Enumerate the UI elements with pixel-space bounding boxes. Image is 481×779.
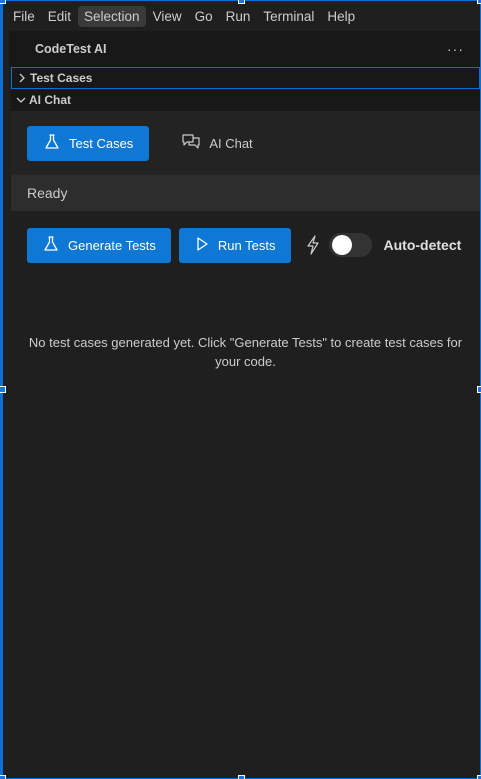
play-icon [194, 236, 210, 255]
generate-tests-button[interactable]: Generate Tests [27, 227, 171, 263]
generate-tests-label: Generate Tests [68, 237, 156, 253]
section-test-cases[interactable]: Test Cases [11, 67, 480, 89]
tab-test-cases-label: Test Cases [69, 135, 134, 151]
chevron-right-icon [14, 73, 30, 83]
status-text: Ready [27, 185, 68, 201]
resize-handle-middle-right[interactable] [477, 386, 481, 393]
ai-chat-content: Test Cases AI Chat Ready Generate Tests [11, 111, 480, 371]
menu-view[interactable]: View [147, 6, 188, 27]
menu-bar: File Edit Selection View Go Run Terminal… [3, 1, 480, 31]
lightning-icon [305, 235, 321, 255]
action-toolbar: Generate Tests Run Tests Auto-detect [11, 211, 480, 279]
menu-run[interactable]: Run [220, 6, 257, 27]
view-tabs: Test Cases AI Chat [11, 111, 480, 175]
tab-ai-chat-label: AI Chat [209, 135, 253, 151]
resize-handle-bottom-right[interactable] [477, 775, 481, 779]
resize-handle-middle-left[interactable] [0, 386, 6, 393]
resize-handle-top-right[interactable] [477, 0, 481, 4]
ellipsis-icon[interactable]: ··· [447, 41, 464, 57]
menu-file[interactable]: File [7, 6, 41, 27]
run-tests-button[interactable]: Run Tests [178, 227, 291, 263]
flask-icon [42, 235, 60, 256]
panel-header: CodeTest AI ··· [9, 31, 480, 67]
resize-handle-top-center[interactable] [238, 0, 245, 4]
section-ai-chat[interactable]: AI Chat [11, 89, 480, 111]
chat-bubbles-icon [181, 133, 201, 154]
menu-go[interactable]: Go [189, 6, 219, 27]
chevron-down-icon [13, 95, 29, 105]
flask-icon [43, 133, 61, 154]
panel-title: CodeTest AI [35, 42, 107, 56]
toggle-knob [331, 235, 352, 255]
section-test-cases-label: Test Cases [30, 71, 93, 85]
menu-terminal[interactable]: Terminal [257, 6, 320, 27]
menu-selection[interactable]: Selection [78, 5, 146, 27]
auto-detect-label: Auto-detect [383, 237, 462, 253]
menu-help[interactable]: Help [321, 6, 361, 27]
tab-ai-chat[interactable]: AI Chat [165, 126, 268, 161]
run-tests-label: Run Tests [217, 237, 276, 253]
resize-handle-top-left[interactable] [0, 0, 6, 4]
section-ai-chat-label: AI Chat [29, 93, 71, 107]
menu-edit[interactable]: Edit [42, 6, 77, 27]
auto-detect-toggle[interactable] [328, 233, 372, 257]
tab-test-cases[interactable]: Test Cases [27, 125, 150, 161]
vscode-window: File Edit Selection View Go Run Terminal… [0, 0, 481, 779]
status-bar: Ready [11, 175, 480, 211]
empty-state-message: No test cases generated yet. Click "Gene… [28, 335, 463, 369]
resize-handle-bottom-center[interactable] [238, 775, 245, 779]
resize-handle-bottom-left[interactable] [0, 775, 6, 779]
